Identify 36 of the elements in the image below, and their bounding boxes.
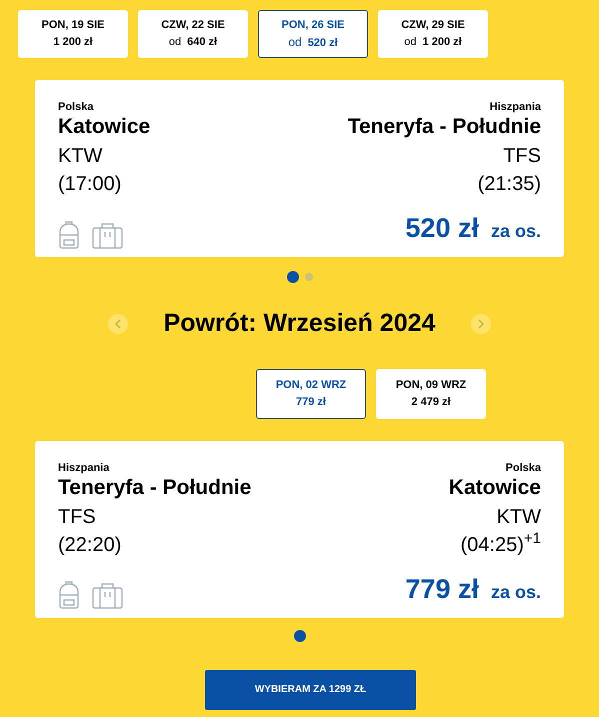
flight-time: (17:00) xyxy=(58,172,122,197)
flight-time: (04:25)$^{+1}$ xyxy=(460,530,541,558)
chevron-left-icon xyxy=(115,318,121,329)
airport-code: KTW xyxy=(58,144,102,169)
chevron-right-icon xyxy=(478,318,484,329)
per-person-label: za os. xyxy=(490,220,541,243)
suitcase-icon xyxy=(92,583,123,609)
flight-time: (22:20) xyxy=(58,532,122,558)
flight-price: 520 zł xyxy=(405,212,479,245)
country-label: Hiszpania xyxy=(58,460,110,474)
date-tab[interactable]: CZW, 22 SIE od 640 zł xyxy=(138,10,248,58)
select-button[interactable]: WYBIERAM ZA 1299 ZŁ xyxy=(205,670,416,710)
country-label: Polska xyxy=(58,100,94,114)
city-name: Teneryfa - Południe xyxy=(348,114,541,140)
flight-time: (21:35) xyxy=(478,172,541,197)
city-name: Teneryfa - Południe xyxy=(58,474,252,500)
previous-arrow-button[interactable] xyxy=(108,314,128,334)
airport-code: TFS xyxy=(503,144,541,169)
backpack-icon xyxy=(58,580,80,609)
flight-price: 779 zł xyxy=(405,572,479,606)
date-tab[interactable]: CZW, 29 SIE od 1 200 zł xyxy=(378,10,488,58)
suitcase-icon xyxy=(92,222,123,248)
country-label: Hiszpania xyxy=(490,100,541,114)
next-arrow-button[interactable] xyxy=(470,314,491,334)
section-heading: Powrót: Wrzesień 2024 xyxy=(164,308,436,339)
date-tab[interactable]: PON, 19 SIE 1 200 zł xyxy=(18,10,128,58)
country-label: Polska xyxy=(506,460,541,474)
date-tab[interactable]: PON, 09 WRZ 2 479 zł xyxy=(376,368,486,418)
date-tab[interactable]: PON, 26 SIE od 520 zł xyxy=(258,10,368,58)
city-name: Katowice xyxy=(448,474,541,500)
airport-code: TFS xyxy=(58,504,96,530)
backpack-icon xyxy=(58,220,80,248)
city-name: Katowice xyxy=(58,114,150,140)
per-person-label: za os. xyxy=(490,580,541,604)
date-tab[interactable]: PON, 02 WRZ 779 zł xyxy=(256,368,366,418)
airport-code: KTW xyxy=(496,504,541,530)
